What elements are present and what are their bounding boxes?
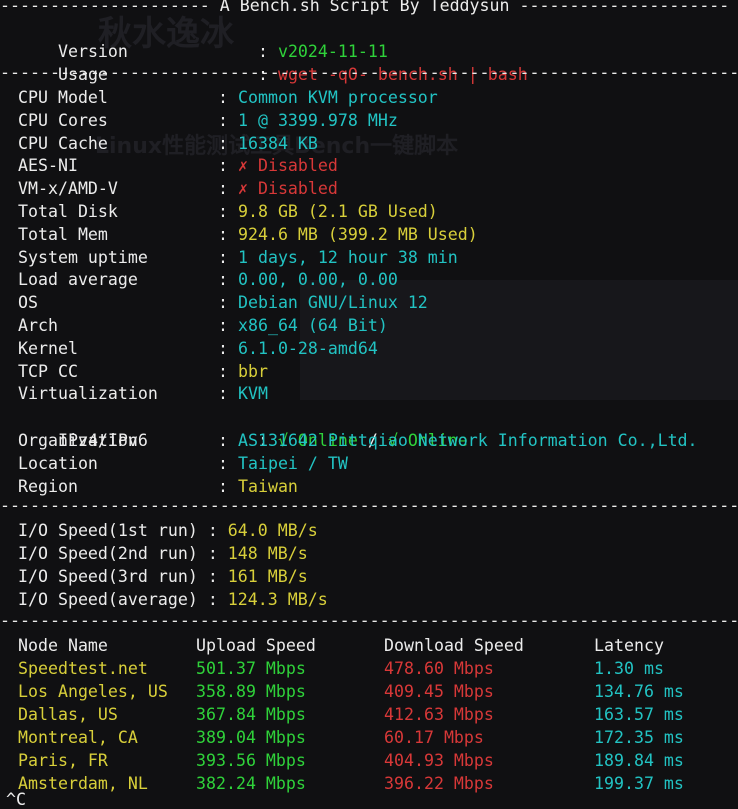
sysinfo-virtualization-row: Virtualization: KVM xyxy=(18,384,268,404)
sysinfo-tcp-cc-label: TCP CC xyxy=(18,361,78,381)
sysinfo-cpu-cores-row: CPU Cores: 1 @ 3399.978 MHz xyxy=(18,110,398,130)
io-speed-label: I/O Speed(1st run) : xyxy=(18,521,228,540)
ip-row: IPv4/IPv6: √ Online / √ Online xyxy=(57,431,468,450)
sysinfo-cpu-cache-row: CPU Cache: 16384 KB xyxy=(18,133,318,153)
info-region-row: Region: Taiwan xyxy=(18,477,298,496)
sysinfo-arch-label: Arch xyxy=(18,316,58,335)
cell-download-speed: 396.22 Mbps xyxy=(384,774,494,793)
sysinfo-cpu-model-row: CPU Model: Common KVM processor xyxy=(18,88,438,107)
version-row: Version: v2024-11-11 xyxy=(57,42,388,61)
sysinfo-os-value: Debian GNU/Linux 12 xyxy=(237,293,428,313)
cell-latency: 189.84 ms xyxy=(594,751,684,770)
sysinfo-tcp-cc-row: TCP CC: bbr xyxy=(18,361,268,381)
info-organization-row: Organization: AS131642 Pittqiao Network … xyxy=(18,431,698,450)
info-location-row: Location: Taipei / TW xyxy=(18,454,348,473)
sysinfo-virtualization-label: Virtualization xyxy=(18,384,158,404)
header-download-speed: Download Speed xyxy=(384,636,524,655)
sysinfo-total-mem-row: Total Mem: 924.6 MB (399.2 MB Used) xyxy=(18,224,478,244)
sysinfo-load-average-value: 0.00, 0.00, 0.00 xyxy=(237,270,398,290)
cell-node-name: Speedtest.net xyxy=(18,659,148,678)
sysinfo-cpu-model-value: Common KVM processor xyxy=(237,88,438,107)
sysinfo-virtualization-value: KVM xyxy=(237,384,268,404)
sysinfo-load-average-label: Load average xyxy=(18,270,138,290)
cell-latency: 134.76 ms xyxy=(594,682,684,701)
sysinfo-tcp-cc-value: bbr xyxy=(237,361,268,381)
io-speed-row: I/O Speed(2nd run) : 148 MB/s xyxy=(18,542,308,565)
sysinfo-aes-ni-row: AES-NI: ✗ Disabled xyxy=(18,156,338,176)
io-speed-row: I/O Speed(3rd run) : 161 MB/s xyxy=(18,565,308,588)
cell-download-speed: 60.17 Mbps xyxy=(384,728,484,747)
io-speed-value: 64.0 MB/s xyxy=(227,521,318,540)
cell-upload-speed: 393.56 Mbps xyxy=(196,751,306,770)
io-speed-label: I/O Speed(2nd run) : xyxy=(18,544,228,563)
cell-latency: 172.35 ms xyxy=(594,728,684,747)
cell-node-name: Montreal, CA xyxy=(18,728,138,747)
cell-upload-speed: 382.24 Mbps xyxy=(196,774,306,793)
sysinfo-cpu-cores-value: 1 @ 3399.978 MHz xyxy=(237,110,398,130)
sysinfo-total-mem-value: 924.6 MB (399.2 MB Used) xyxy=(237,224,478,244)
cell-upload-speed: 389.04 Mbps xyxy=(196,728,306,747)
header-upload-speed: Upload Speed xyxy=(196,636,316,655)
cell-node-name: Amsterdam, NL xyxy=(18,774,148,793)
sysinfo-kernel-value: 6.1.0-28-amd64 xyxy=(237,338,378,358)
sysinfo-vm-x-amd-v-row: VM-x/AMD-V: ✗ Disabled xyxy=(18,179,338,199)
sysinfo-total-disk-label: Total Disk xyxy=(18,202,118,221)
cell-node-name: Dallas, US xyxy=(18,705,118,724)
cell-download-speed: 412.63 Mbps xyxy=(384,705,494,724)
cell-upload-speed: 501.37 Mbps xyxy=(196,659,306,678)
header-latency: Latency xyxy=(594,636,664,655)
sysinfo-arch-row: Arch: x86_64 (64 Bit) xyxy=(18,316,388,335)
io-speed-label: I/O Speed(average) : xyxy=(18,590,228,609)
sysinfo-system-uptime-row: System uptime: 1 days, 12 hour 38 min xyxy=(18,247,458,267)
io-speed-label: I/O Speed(3rd run) : xyxy=(18,567,228,586)
cell-upload-speed: 358.89 Mbps xyxy=(196,682,306,701)
sysinfo-system-uptime-label: System uptime xyxy=(18,247,148,267)
info-region-label: Region xyxy=(18,477,78,496)
sysinfo-aes-ni-label: AES-NI xyxy=(18,156,78,176)
divider-1: ----------------------------------------… xyxy=(0,63,738,82)
sysinfo-total-disk-value: 9.8 GB (2.1 GB Used) xyxy=(237,202,438,221)
cell-upload-speed: 367.84 Mbps xyxy=(196,705,306,724)
sysinfo-load-average-row: Load average: 0.00, 0.00, 0.00 xyxy=(18,270,398,290)
info-region-value: Taiwan xyxy=(237,477,298,496)
sysinfo-cpu-model-label: CPU Model xyxy=(18,88,108,107)
usage-row: Usage: wget -qO- bench.sh | bash xyxy=(57,65,528,84)
divider-2: ----------------------------------------… xyxy=(0,496,738,515)
cell-node-name: Paris, FR xyxy=(18,751,108,770)
sysinfo-total-disk-row: Total Disk: 9.8 GB (2.1 GB Used) xyxy=(18,202,438,221)
sysinfo-cpu-cache-label: CPU Cache xyxy=(18,133,108,153)
sysinfo-system-uptime-value: 1 days, 12 hour 38 min xyxy=(237,247,458,267)
io-speed-value: 161 MB/s xyxy=(227,567,308,586)
io-speed-row: I/O Speed(1st run) : 64.0 MB/s xyxy=(18,519,318,542)
io-speed-value: 124.3 MB/s xyxy=(227,590,328,609)
header-node-name: Node Name xyxy=(18,636,108,655)
divider-3: ----------------------------------------… xyxy=(0,611,738,630)
io-speed-value: 148 MB/s xyxy=(227,544,308,563)
info-organization-label: Organization xyxy=(18,431,138,450)
sysinfo-aes-ni-value: ✗ Disabled xyxy=(237,156,338,176)
sysinfo-kernel-row: Kernel: 6.1.0-28-amd64 xyxy=(18,338,378,358)
sysinfo-os-label: OS xyxy=(18,293,38,313)
sysinfo-cpu-cache-value: 16384 KB xyxy=(237,133,318,153)
sysinfo-total-mem-label: Total Mem xyxy=(18,224,108,244)
sysinfo-kernel-label: Kernel xyxy=(18,338,78,358)
cell-latency: 163.57 ms xyxy=(594,705,684,724)
sysinfo-vm-x-amd-v-label: VM-x/AMD-V xyxy=(18,179,118,199)
info-location-value: Taipei / TW xyxy=(237,454,348,473)
sysinfo-arch-value: x86_64 (64 Bit) xyxy=(237,316,388,335)
cell-download-speed: 404.93 Mbps xyxy=(384,751,494,770)
cell-latency: 1.30 ms xyxy=(594,659,664,678)
cell-node-name: Los Angeles, US xyxy=(18,682,168,701)
sysinfo-vm-x-amd-v-value: ✗ Disabled xyxy=(237,179,338,199)
cell-download-speed: 409.45 Mbps xyxy=(384,682,494,701)
sysinfo-os-row: OS: Debian GNU/Linux 12 xyxy=(18,293,428,313)
sysinfo-cpu-cores-label: CPU Cores xyxy=(18,110,108,130)
info-location-label: Location xyxy=(18,454,98,473)
cell-download-speed: 478.60 Mbps xyxy=(384,659,494,678)
cell-latency: 199.37 ms xyxy=(594,774,684,793)
io-speed-row: I/O Speed(average) : 124.3 MB/s xyxy=(18,588,328,611)
info-organization-value: AS131642 Pittqiao Network Information Co… xyxy=(237,431,698,450)
